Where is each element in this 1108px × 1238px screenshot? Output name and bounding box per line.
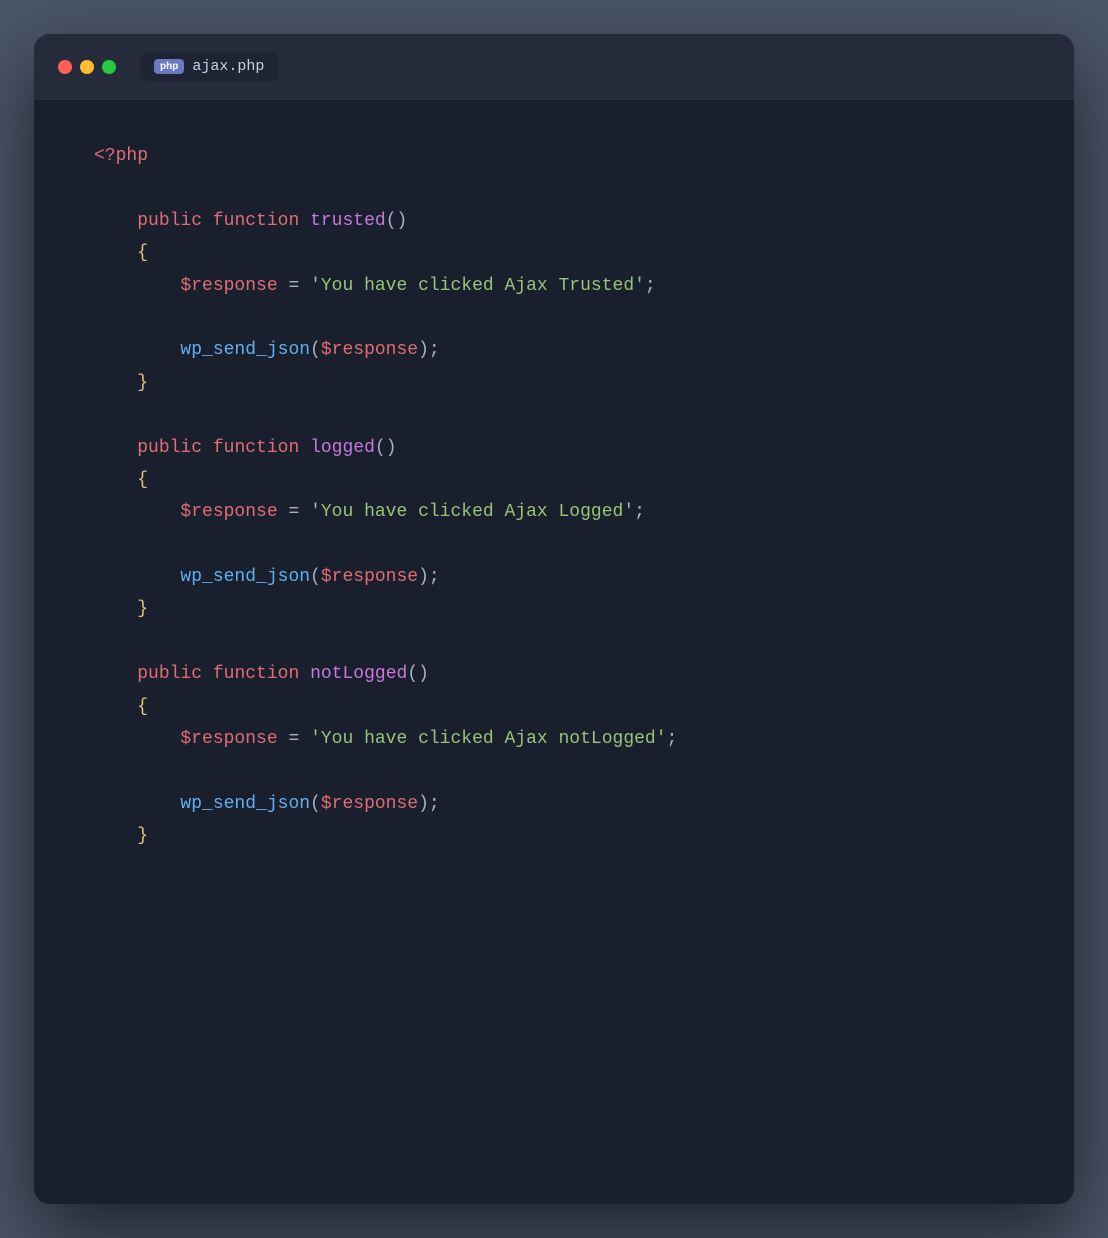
blank-3: [94, 626, 1014, 658]
fn2-body-line2: wp_send_json($response);: [94, 561, 1014, 593]
fn1-body-line1: $response = 'You have clicked Ajax Trust…: [94, 270, 1014, 302]
fn1-open-brace: {: [94, 237, 1014, 269]
fn1-blank: [94, 302, 1014, 334]
code-editor: <?php public function trusted() { $respo…: [34, 100, 1074, 913]
php-badge: php: [154, 59, 184, 74]
blank-2: [94, 399, 1014, 431]
fn3-open-brace: {: [94, 691, 1014, 723]
editor-window: php ajax.php <?php public function trust…: [34, 34, 1074, 1204]
maximize-button[interactable]: [102, 60, 116, 74]
fn1-close-brace: }: [94, 367, 1014, 399]
fn3-signature: public function notLogged(): [94, 658, 1014, 690]
fn2-signature: public function logged(): [94, 432, 1014, 464]
file-tab[interactable]: php ajax.php: [140, 52, 278, 81]
fn3-close-brace: }: [94, 820, 1014, 852]
fn3-body-line1: $response = 'You have clicked Ajax notLo…: [94, 723, 1014, 755]
tab-filename: ajax.php: [192, 58, 264, 75]
titlebar: php ajax.php: [34, 34, 1074, 100]
fn1-body-line2: wp_send_json($response);: [94, 334, 1014, 366]
php-open-tag: <?php: [94, 140, 1014, 172]
fn2-blank: [94, 529, 1014, 561]
blank-1: [94, 172, 1014, 204]
fn3-body-line2: wp_send_json($response);: [94, 788, 1014, 820]
traffic-lights: [58, 60, 116, 74]
minimize-button[interactable]: [80, 60, 94, 74]
fn2-close-brace: }: [94, 593, 1014, 625]
fn2-open-brace: {: [94, 464, 1014, 496]
fn1-signature: public function trusted(): [94, 205, 1014, 237]
close-button[interactable]: [58, 60, 72, 74]
fn2-body-line1: $response = 'You have clicked Ajax Logge…: [94, 496, 1014, 528]
fn3-blank: [94, 755, 1014, 787]
